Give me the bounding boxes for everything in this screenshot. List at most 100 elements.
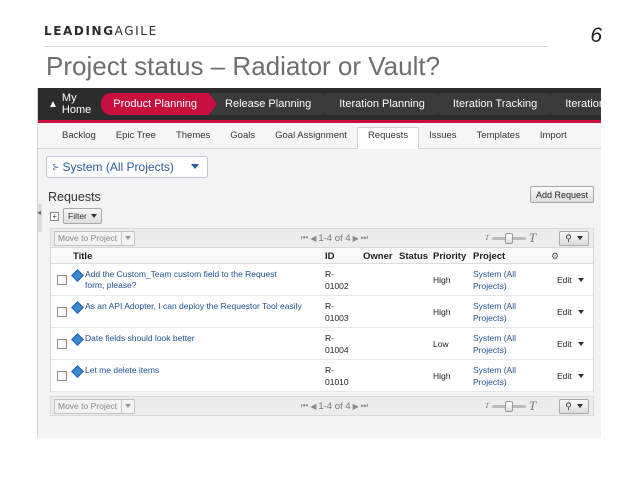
row-project[interactable]: System (All Projects) xyxy=(473,332,543,356)
text-size-slider[interactable]: T T xyxy=(485,230,536,246)
row-title-link[interactable]: Date fields should look better xyxy=(85,333,285,344)
subtab-import[interactable]: Import xyxy=(530,126,577,148)
company-logo: LEADINGAGILE xyxy=(44,24,158,38)
requests-panel: ◂ Requests Add Request + Filter Move to … xyxy=(38,184,594,424)
last-page-icon[interactable]: ⏭ xyxy=(361,401,368,411)
text-small-icon: T xyxy=(485,234,489,242)
row-title-link[interactable]: Add the Custom_Team custom field to the … xyxy=(85,269,285,291)
row-title-link[interactable]: As an API Adopter, I can deploy the Requ… xyxy=(85,301,325,312)
row-id-prefix: R- xyxy=(325,333,334,343)
chevron-down-icon xyxy=(577,342,584,346)
row-id-prefix: R- xyxy=(325,365,334,375)
col-status[interactable]: Status xyxy=(399,251,428,262)
prev-page-icon[interactable]: ◀ xyxy=(310,234,316,243)
add-request-button[interactable]: Add Request xyxy=(529,186,594,203)
filter-label: Filter xyxy=(68,211,87,221)
project-picker[interactable]: ⊱ System (All Projects) xyxy=(46,156,208,178)
prev-page-icon[interactable]: ◀ xyxy=(310,402,316,411)
tree-icon: ⊱ xyxy=(52,161,60,172)
move-to-project-button[interactable]: Move to Project xyxy=(54,230,136,246)
row-title-link[interactable]: Let me delete items xyxy=(85,365,285,376)
text-large-icon: T xyxy=(528,230,537,245)
nav-home[interactable]: ▲ My Home xyxy=(38,88,101,120)
subtab-requests[interactable]: Requests xyxy=(356,127,420,149)
panel-title: Requests xyxy=(48,190,101,204)
row-edit-button[interactable]: Edit xyxy=(557,371,584,381)
row-id-prefix: R- xyxy=(325,301,334,311)
row-project[interactable]: System (All Projects) xyxy=(473,300,543,324)
col-id[interactable]: ID xyxy=(325,251,335,262)
subtab-issues[interactable]: Issues xyxy=(419,126,466,148)
move-to-project-button[interactable]: Move to Project xyxy=(54,398,136,414)
search-button[interactable]: ⚲ xyxy=(559,230,589,246)
nav-tab-label: Iteration Tracking xyxy=(452,98,538,110)
nav-tab-iteration-planning[interactable]: Iteration Planning xyxy=(325,93,445,115)
gear-icon[interactable]: ⚙ xyxy=(551,251,559,262)
filter-button[interactable]: Filter xyxy=(63,208,102,224)
subtab-themes[interactable]: Themes xyxy=(166,126,220,148)
row-id-number: 01002 xyxy=(325,281,349,291)
nav-tab-product-planning[interactable]: Product Planning xyxy=(101,93,218,115)
subtab-templates[interactable]: Templates xyxy=(467,126,530,148)
expand-plus-icon[interactable]: + xyxy=(50,211,59,221)
col-owner[interactable]: Owner xyxy=(363,251,393,262)
next-page-icon[interactable]: ▶ xyxy=(353,234,359,243)
chevron-down-icon xyxy=(125,236,132,240)
row-id-prefix: R- xyxy=(325,269,334,279)
request-icon xyxy=(71,301,84,314)
col-title[interactable]: Title xyxy=(73,251,92,262)
slider-track[interactable] xyxy=(491,400,526,412)
pager-text: 1-4 of 4 xyxy=(318,400,351,412)
row-checkbox[interactable] xyxy=(57,307,67,317)
slider-knob[interactable] xyxy=(504,400,513,412)
row-edit-button[interactable]: Edit xyxy=(557,307,584,317)
nav-tab-arrow xyxy=(549,93,558,115)
text-small-icon: T xyxy=(485,402,489,410)
row-project[interactable]: System (All Projects) xyxy=(473,268,543,292)
row-priority: Low xyxy=(433,339,449,349)
request-icon xyxy=(71,269,84,282)
row-edit-button[interactable]: Edit xyxy=(557,339,584,349)
last-page-icon[interactable]: ⏭ xyxy=(361,233,368,243)
subtab-goal-assignment[interactable]: Goal Assignment xyxy=(265,126,357,148)
slider-knob[interactable] xyxy=(504,232,513,244)
first-page-icon[interactable]: ⏮ xyxy=(301,233,308,243)
next-page-icon[interactable]: ▶ xyxy=(353,402,359,411)
row-id: R- 01003 xyxy=(325,300,355,324)
row-project-line2: Projects) xyxy=(473,345,507,355)
subtab-backlog[interactable]: Backlog xyxy=(52,126,106,148)
row-edit-button[interactable]: Edit xyxy=(557,275,584,285)
chevron-down-icon xyxy=(90,214,97,218)
slider-track[interactable] xyxy=(491,232,526,244)
pager: ⏮ ◀ 1-4 of 4 ▶ ⏭ xyxy=(301,233,368,244)
collapse-arrow-icon: ◂ xyxy=(37,208,42,217)
top-navigation: ▲ My Home Product Planning Release Plann… xyxy=(38,88,601,120)
sub-navigation: Backlog Epic Tree Themes Goals Goal Assi… xyxy=(38,123,601,149)
subtab-goals[interactable]: Goals xyxy=(220,126,265,148)
table-row: As an API Adopter, I can deploy the Requ… xyxy=(51,296,593,328)
row-project-line2: Projects) xyxy=(473,281,507,291)
row-checkbox[interactable] xyxy=(57,339,67,349)
move-to-project-label: Move to Project xyxy=(58,233,118,243)
button-separator xyxy=(121,399,123,413)
row-id: R- 01004 xyxy=(325,332,355,356)
nav-tab-release-planning[interactable]: Release Planning xyxy=(211,93,332,115)
row-project[interactable]: System (All Projects) xyxy=(473,364,543,388)
first-page-icon[interactable]: ⏮ xyxy=(301,401,308,411)
subtab-epic-tree[interactable]: Epic Tree xyxy=(106,126,166,148)
search-button[interactable]: ⚲ xyxy=(559,398,589,414)
logo-light: AGILE xyxy=(114,24,158,38)
row-id-number: 01003 xyxy=(325,313,349,323)
row-checkbox[interactable] xyxy=(57,371,67,381)
col-priority[interactable]: Priority xyxy=(433,251,466,262)
text-size-slider[interactable]: T T xyxy=(485,398,536,414)
nav-tab-iteration[interactable]: Iteration xyxy=(551,93,601,115)
col-project[interactable]: Project xyxy=(473,251,505,262)
row-checkbox[interactable] xyxy=(57,275,67,285)
row-project-line1: System (All xyxy=(473,333,516,343)
row-id: R- 01010 xyxy=(325,364,355,388)
nav-tab-iteration-tracking[interactable]: Iteration Tracking xyxy=(438,93,558,115)
row-id-number: 01004 xyxy=(325,345,349,355)
request-icon xyxy=(71,365,84,378)
grid-toolbar-bottom: Move to Project ⏮ ◀ 1-4 of 4 ▶ ⏭ T T ⚲ xyxy=(50,396,594,416)
